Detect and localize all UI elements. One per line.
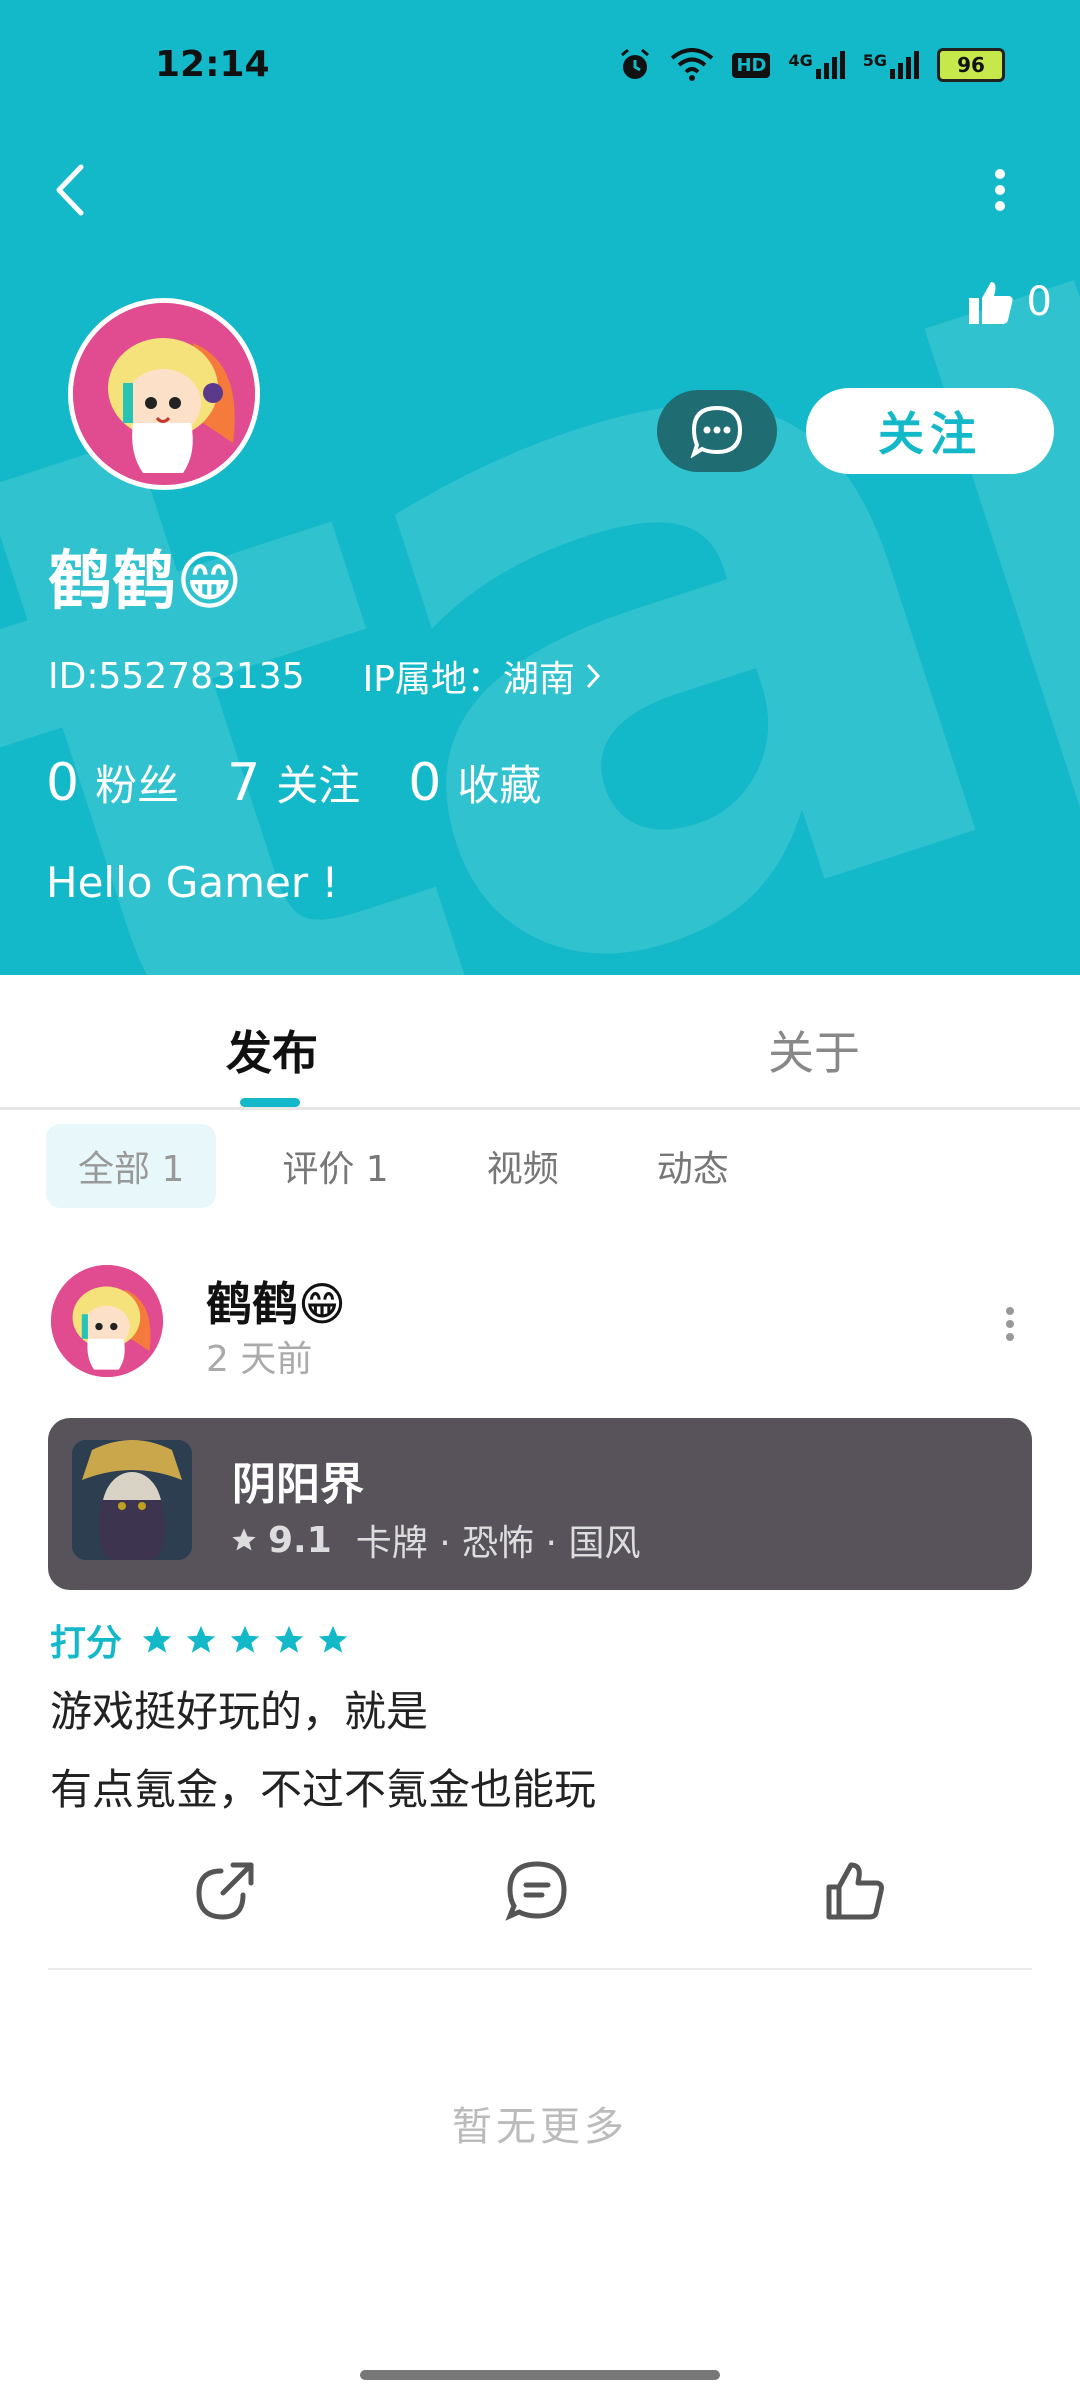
game-score: 9.1 (268, 1519, 332, 1561)
more-vertical-icon (995, 169, 1005, 211)
hd-icon: HD (732, 52, 771, 78)
post-timestamp: 2 天前 (206, 1339, 313, 1380)
game-tags: 卡牌 · 恐怖 · 国风 (355, 1523, 641, 1564)
rating-label: 打分 (50, 1623, 123, 1664)
share-icon (196, 1862, 254, 1920)
avatar-character (51, 1265, 163, 1377)
game-title: 阴阳界 (232, 1459, 364, 1510)
active-tab-indicator (240, 1098, 300, 1107)
thumbs-up-icon (826, 1862, 884, 1920)
tab-posts[interactable]: 发布 (226, 1017, 318, 1083)
stat-following-value: 7 (227, 753, 261, 813)
signal-5g-label: 5G (862, 51, 887, 70)
ip-location-link[interactable]: IP属地：湖南 (363, 650, 601, 702)
stat-fans-label: 粉丝 (95, 761, 180, 810)
alarm-icon (621, 48, 650, 79)
status-time: 12:14 (155, 44, 270, 85)
game-cover-art (72, 1440, 192, 1560)
game-meta: 9.1 卡牌 · 恐怖 · 国风 (230, 1514, 640, 1566)
profile-header: tap 12:14 HD 4G 5G 96 0 鹤鹤😁 关注 ID:552783… (0, 0, 1080, 975)
profile-likes[interactable]: 0 (967, 278, 1052, 326)
back-button[interactable] (40, 160, 100, 220)
chat-bubble-icon (690, 405, 743, 458)
stat-favorites-label: 收藏 (457, 761, 542, 810)
game-cover (72, 1440, 192, 1560)
comment-button[interactable] (502, 1856, 572, 1926)
more-menu-button[interactable] (972, 160, 1028, 220)
tab-about[interactable]: 关于 (768, 1017, 860, 1083)
profile-meta: ID:552783135 IP属地：湖南 (48, 650, 601, 702)
follow-button[interactable]: 关注 (806, 388, 1054, 474)
stat-fans-value: 0 (46, 753, 80, 813)
filter-chips: 全部 1 评价 1 视频 动态 (46, 1124, 761, 1208)
profile-bio: Hello Gamer ! (46, 858, 339, 907)
profile-avatar[interactable] (68, 298, 260, 490)
comment-icon (505, 1861, 567, 1921)
battery-level: 96 (957, 53, 985, 77)
star-icon (232, 1528, 256, 1551)
chip-moments[interactable]: 动态 (625, 1124, 761, 1208)
message-button[interactable] (657, 390, 777, 472)
stat-favorites[interactable]: 0 收藏 (408, 752, 541, 813)
stat-fans[interactable]: 0 粉丝 (46, 752, 179, 813)
post-text-line2: 有点氪金，不过不氪金也能玩 (50, 1765, 597, 1814)
stat-following-label: 关注 (276, 761, 361, 810)
stat-following[interactable]: 7 关注 (227, 752, 360, 813)
likes-count: 0 (1026, 279, 1052, 325)
no-more-text: 暂无更多 (452, 2104, 628, 2150)
profile-tabs: 发布 关于 (0, 975, 1080, 1110)
post-author-avatar[interactable] (48, 1262, 166, 1380)
signal-5g-icon: 5G (863, 51, 919, 79)
chevron-right-icon (586, 663, 600, 689)
star-icon (230, 1625, 260, 1653)
chip-videos[interactable]: 视频 (455, 1124, 591, 1208)
profile-stats: 0 粉丝 7 关注 0 收藏 (46, 752, 541, 813)
chevron-left-icon (56, 164, 84, 216)
avatar-character (73, 303, 255, 485)
share-button[interactable] (190, 1856, 260, 1926)
post-more-button[interactable] (1000, 1302, 1020, 1346)
battery-icon: 96 (937, 48, 1005, 82)
game-card[interactable]: 阴阳界 9.1 卡牌 · 恐怖 · 国风 (48, 1418, 1032, 1590)
signal-4g-icon: 4G (788, 51, 845, 79)
status-bar: 12:14 HD 4G 5G 96 (0, 44, 1080, 94)
post-author-name[interactable]: 鹤鹤😁 (206, 1268, 346, 1334)
status-icons: HD 4G 5G 96 (618, 48, 1005, 82)
star-icon (318, 1625, 348, 1653)
thumbs-up-icon (968, 282, 1013, 324)
wifi-icon (671, 48, 714, 81)
signal-4g-label: 4G (788, 51, 813, 70)
user-id: ID:552783135 (48, 655, 305, 697)
home-indicator[interactable] (360, 2370, 720, 2380)
rating-row: 打分 (50, 1614, 350, 1666)
post-divider (48, 1968, 1032, 1970)
star-icon (142, 1625, 172, 1653)
more-vertical-icon (1006, 1307, 1014, 1341)
ip-location-text: IP属地：湖南 (362, 659, 575, 700)
chip-reviews[interactable]: 评价 1 (250, 1124, 420, 1208)
chip-all[interactable]: 全部 1 (46, 1124, 217, 1208)
star-icon (274, 1625, 304, 1653)
profile-username: 鹤鹤😁 (48, 545, 243, 619)
like-button[interactable] (820, 1856, 890, 1926)
stat-favorites-value: 0 (408, 753, 442, 813)
post-text-line1: 游戏挺好玩的，就是 (50, 1687, 429, 1736)
star-icon (186, 1625, 216, 1653)
